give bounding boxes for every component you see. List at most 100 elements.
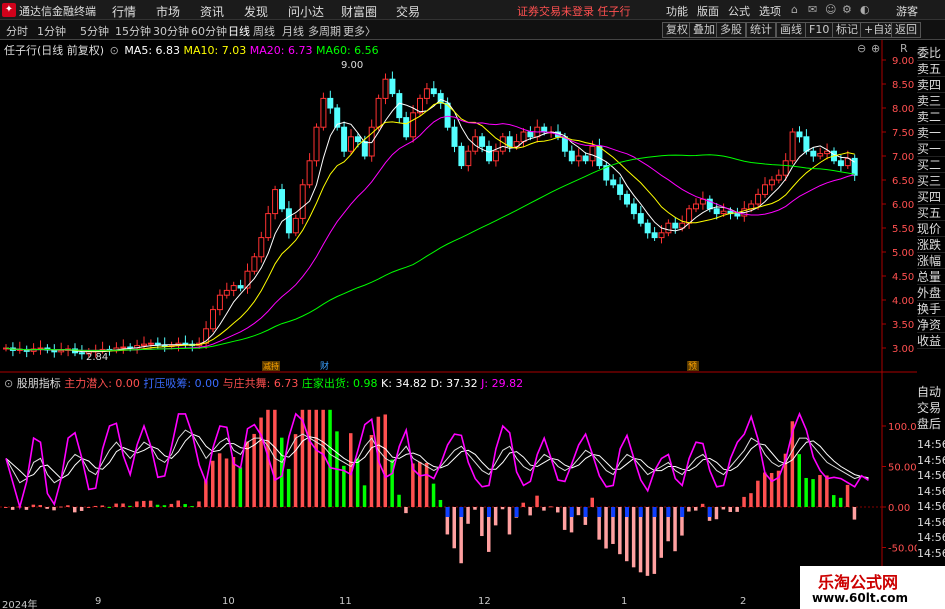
date-label: 9 <box>95 596 102 607</box>
indicator-bar <box>162 505 167 507</box>
indicator-bar <box>714 507 719 520</box>
side-item[interactable]: 买四 <box>917 189 945 205</box>
side-item[interactable]: 换手 <box>917 301 945 317</box>
candle-body <box>223 289 230 296</box>
indicator-bar <box>135 501 139 507</box>
candle-body <box>837 160 844 167</box>
side-item[interactable]: 现价 <box>917 221 945 237</box>
indicator-bar <box>114 503 118 507</box>
side-item[interactable]: 卖一 <box>917 125 945 141</box>
wash-bar <box>514 507 519 517</box>
indicator-bar <box>673 507 677 552</box>
indicator-bar <box>535 495 539 507</box>
indicator-axis: 100.0 50.00 0.00 -50.00 <box>882 422 917 555</box>
indicator-bar <box>473 507 477 510</box>
moving-averages <box>5 98 855 353</box>
indicator-bar <box>452 507 456 549</box>
side-item[interactable]: 卖五 <box>917 61 945 77</box>
candle-body <box>361 141 368 157</box>
indicator-bar <box>521 502 525 507</box>
indicator-bar <box>59 506 63 508</box>
side-mode-after[interactable]: 盘后 <box>917 416 945 432</box>
candle-body <box>251 256 258 272</box>
date-label: 1 <box>621 596 628 607</box>
side-item[interactable]: 卖三 <box>917 93 945 109</box>
side-item[interactable]: 买三 <box>917 173 945 189</box>
candle-body <box>575 155 582 162</box>
indicator-bar <box>811 479 815 507</box>
kline-chart[interactable]: 9.00 8.50 8.00 7.50 7.00 6.50 6.00 5.50 5.00 4.50… <box>0 0 917 596</box>
indicator-bar <box>183 504 187 507</box>
wash-bar <box>569 507 574 517</box>
candle-body <box>651 232 658 239</box>
indicator-tick-label: 50.00 <box>888 463 917 474</box>
side-item[interactable]: 买五 <box>917 205 945 221</box>
indicator-bar <box>438 499 443 507</box>
tick-time: 14:56 <box>917 500 945 513</box>
indicator-bar <box>694 507 698 511</box>
candle-body <box>230 285 237 291</box>
marker-forecast[interactable]: 预 <box>688 361 697 372</box>
candle-body <box>492 150 499 162</box>
side-item[interactable]: 买一 <box>917 141 945 157</box>
candle-body <box>817 153 824 157</box>
candle-body <box>810 150 817 157</box>
tick-time: 14:56 <box>917 453 945 467</box>
side-item[interactable]: 外盘 <box>917 285 945 301</box>
side-item[interactable]: 买二 <box>917 157 945 173</box>
tick-times: 14:56 14:56 14:56 14:56 14:56 14:56 14:5… <box>917 437 945 561</box>
indicator-bar <box>687 507 691 512</box>
side-mode-auto[interactable]: 自动 <box>917 384 945 400</box>
indicator-bar <box>4 507 8 508</box>
price-tick-label: 8.00 <box>892 104 914 115</box>
candle-body <box>713 208 720 215</box>
marker-reduce[interactable]: 减持 <box>263 361 279 371</box>
side-item[interactable]: 委比 <box>917 45 945 61</box>
mode-side-panel: 自动 交易 盘后 <box>917 384 945 432</box>
side-item[interactable]: 卖四 <box>917 77 945 93</box>
indicator-bar <box>79 507 84 511</box>
candle-body <box>423 88 430 99</box>
indicator-bar <box>631 507 636 568</box>
wash-bar <box>597 507 602 517</box>
date-label: 2024年 <box>2 600 38 609</box>
candle-body <box>403 117 410 138</box>
ma5-line <box>5 98 855 353</box>
indicator-bar <box>45 507 49 509</box>
side-mode-trade[interactable]: 交易 <box>917 400 945 416</box>
watermark: 乐淘公式网 www.60lt.com <box>800 566 945 609</box>
price-tick-label: 3.00 <box>892 344 914 355</box>
indicator-bar <box>493 507 498 526</box>
indicator-bar <box>107 506 111 508</box>
indicator-bar <box>259 417 263 507</box>
indicator-bar <box>238 467 243 507</box>
ma20-line <box>5 115 855 351</box>
candle-body <box>665 222 672 234</box>
candle-body <box>182 342 189 345</box>
indicator-bar <box>100 505 105 507</box>
indicator-bar <box>31 504 36 507</box>
indicator-bar <box>148 500 153 507</box>
side-item[interactable]: 净资 <box>917 317 945 333</box>
candle-body <box>789 131 796 162</box>
indicator-bar <box>769 472 774 507</box>
indicator-bar <box>73 507 77 513</box>
indicator-bar <box>86 506 91 508</box>
wash-bar <box>459 507 464 517</box>
indicator-bar <box>466 507 470 524</box>
marker-finance[interactable]: 财 <box>320 360 329 372</box>
indicator-bar <box>404 507 408 514</box>
price-tick-label: 5.50 <box>892 224 914 235</box>
side-item[interactable]: 涨幅 <box>917 253 945 269</box>
candle-body <box>265 213 272 239</box>
candle-body <box>348 136 354 152</box>
candle-body <box>354 136 361 143</box>
side-item[interactable]: 收益 <box>917 333 945 349</box>
side-item[interactable]: 卖二 <box>917 109 945 125</box>
indicator-bar <box>93 505 98 507</box>
side-item[interactable]: 涨跌 <box>917 237 945 253</box>
indicator-bar <box>618 507 622 555</box>
side-item[interactable]: 总量 <box>917 269 945 285</box>
indicator-bar <box>328 409 332 507</box>
indicator-bar <box>10 507 15 510</box>
